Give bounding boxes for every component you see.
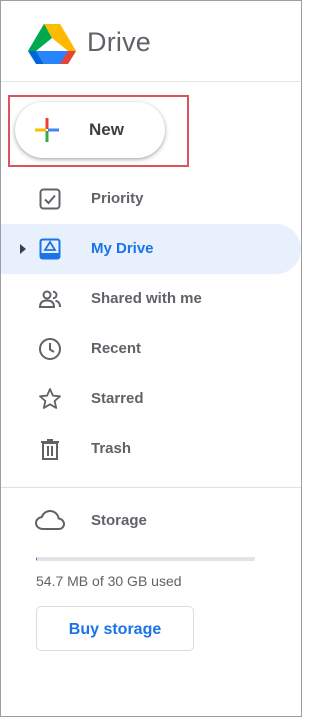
people-icon (38, 290, 61, 308)
expand-arrow-icon[interactable] (18, 243, 28, 255)
nav-item-label: Shared with me (91, 290, 202, 307)
storage-label: Storage (91, 512, 147, 529)
priority-checkbox-icon (39, 188, 61, 210)
nav-item-recent[interactable]: Recent (1, 324, 301, 374)
header: Drive (1, 1, 301, 82)
nav-item-shared-with-me[interactable]: Shared with me (1, 274, 301, 324)
buy-storage-label: Buy storage (68, 621, 162, 638)
nav-item-label: Trash (91, 440, 132, 457)
buy-storage-button[interactable]: Buy storage (36, 606, 194, 651)
nav-item-trash[interactable]: Trash (1, 424, 301, 474)
nav-item-label: Priority (91, 190, 144, 207)
trash-icon (41, 439, 59, 460)
nav-item-priority[interactable]: Priority (1, 174, 301, 224)
nav-item-label: Starred (91, 390, 144, 407)
nav-item-storage[interactable]: Storage (1, 497, 301, 543)
divider (1, 487, 301, 488)
nav-item-label: My Drive (91, 240, 154, 257)
clock-icon (39, 338, 61, 360)
star-icon (39, 388, 61, 409)
nav-item-label: Recent (91, 340, 142, 357)
plus-icon (35, 118, 59, 142)
google-drive-logo-icon (28, 24, 76, 64)
my-drive-icon (39, 238, 61, 260)
app-title: Drive (87, 27, 152, 57)
new-button[interactable]: New (15, 102, 165, 158)
storage-usage-bar (36, 557, 255, 561)
nav-item-my-drive[interactable]: My Drive (1, 224, 301, 274)
nav-item-starred[interactable]: Starred (1, 374, 301, 424)
new-button-label: New (89, 120, 124, 139)
storage-usage-text: 54.7 MB of 30 GB used (36, 573, 182, 589)
cloud-icon (35, 510, 65, 530)
drive-sidebar-window: Drive New Priority My Drive Shared with … (0, 0, 302, 717)
